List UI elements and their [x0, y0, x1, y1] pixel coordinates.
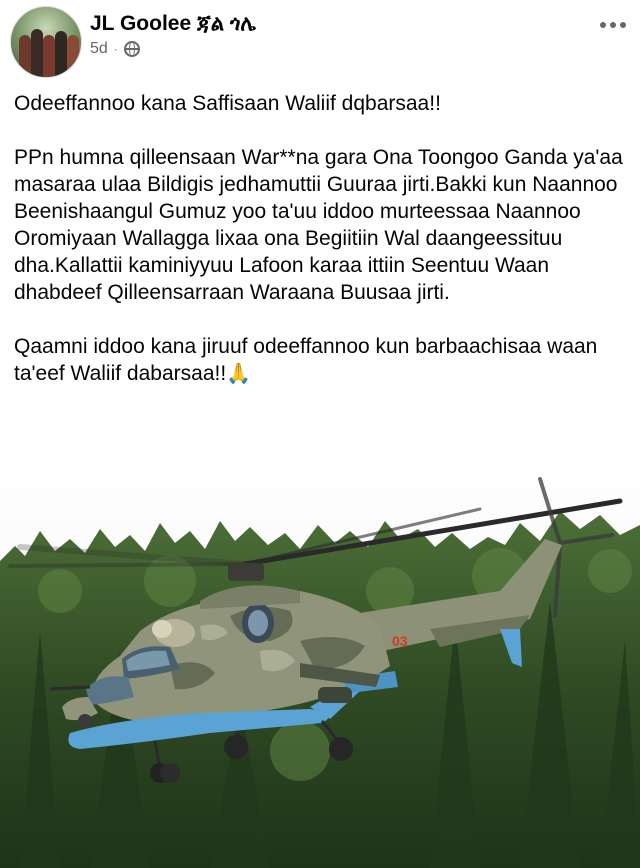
post-paragraph-2: PPn humna qilleensaan War**na gara Ona T… [14, 146, 623, 304]
meta-separator: · [113, 42, 118, 56]
globe-icon [123, 41, 140, 57]
tail-number: 03 [392, 633, 408, 649]
post-body: Odeeffannoo kana Saffisaan Waliif dqbars… [14, 90, 626, 415]
avatar[interactable] [10, 6, 82, 78]
post-paragraph-3-text: Qaamni iddoo kana jiruuf odeeffannoo kun… [14, 335, 598, 385]
helicopter-image: 03 [0, 451, 640, 868]
praying-hands-icon: 🙏 [226, 363, 252, 385]
more-options-icon[interactable] [600, 22, 626, 28]
author-name[interactable]: JL Goolee ጃል ጎሌ [90, 12, 256, 36]
post-meta: 5d · [90, 40, 140, 58]
post-timestamp[interactable]: 5d [90, 40, 108, 58]
post-paragraph-3: Qaamni iddoo kana jiruuf odeeffannoo kun… [14, 333, 626, 388]
post-paragraph-1: Odeeffannoo kana Saffisaan Waliif dqbars… [14, 92, 441, 115]
post-photo[interactable]: 03 [0, 451, 640, 868]
post-header: JL Goolee ጃል ጎሌ 5d · [0, 0, 640, 80]
